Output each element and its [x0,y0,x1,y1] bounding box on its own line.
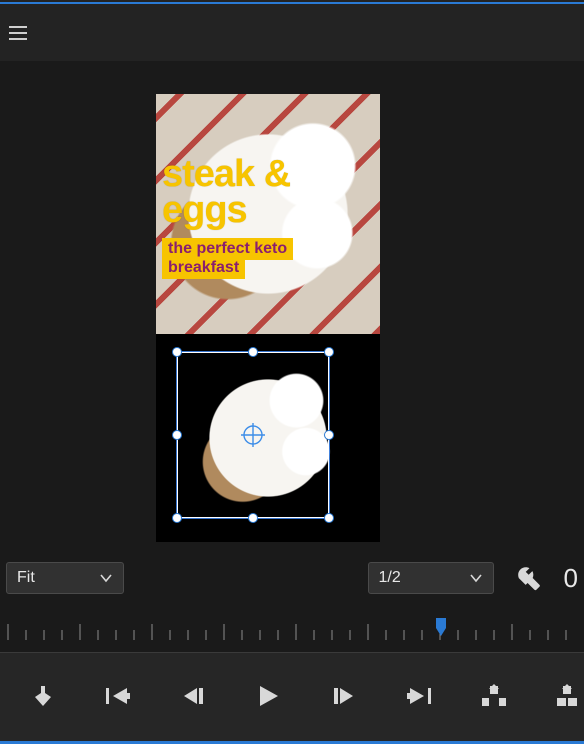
transport-bar [0,652,584,744]
play-button[interactable] [254,682,283,710]
zoom-level-label: Fit [17,569,35,587]
panel-menu-button[interactable] [6,21,30,45]
title-line-2: eggs [162,192,362,228]
chevron-down-icon [469,571,483,585]
settings-wrench-icon[interactable] [516,565,542,591]
time-ruler[interactable] [0,614,584,648]
add-marker-button[interactable] [28,682,57,710]
subtitle-line-1: the perfect keto [162,238,293,260]
step-back-button[interactable] [179,682,208,710]
monitor-controls-row: Fit 1/2 0 [0,557,584,599]
timecode-display[interactable]: 0 [564,563,578,594]
go-to-in-button[interactable] [103,682,132,710]
playhead-marker [436,618,446,636]
program-monitor[interactable]: steak & eggs the perfect keto breakfast [0,62,584,744]
zoom-level-dropdown[interactable]: Fit [6,562,124,594]
sequence-canvas[interactable]: steak & eggs the perfect keto breakfast [156,94,380,542]
chevron-down-icon [99,571,113,585]
title-graphic: steak & eggs the perfect keto breakfast [162,156,362,279]
subtitle-line-2: breakfast [162,259,245,280]
extract-button[interactable] [555,682,584,710]
playback-resolution-label: 1/2 [379,569,401,587]
playback-resolution-dropdown[interactable]: 1/2 [368,562,494,594]
clip-top-image: steak & eggs the perfect keto breakfast [156,94,380,334]
panel-header [0,4,584,62]
clip-bottom-image [156,334,380,542]
title-line-1: steak & [162,156,362,192]
go-to-out-button[interactable] [404,682,433,710]
lift-button[interactable] [480,682,509,710]
step-forward-button[interactable] [329,682,358,710]
